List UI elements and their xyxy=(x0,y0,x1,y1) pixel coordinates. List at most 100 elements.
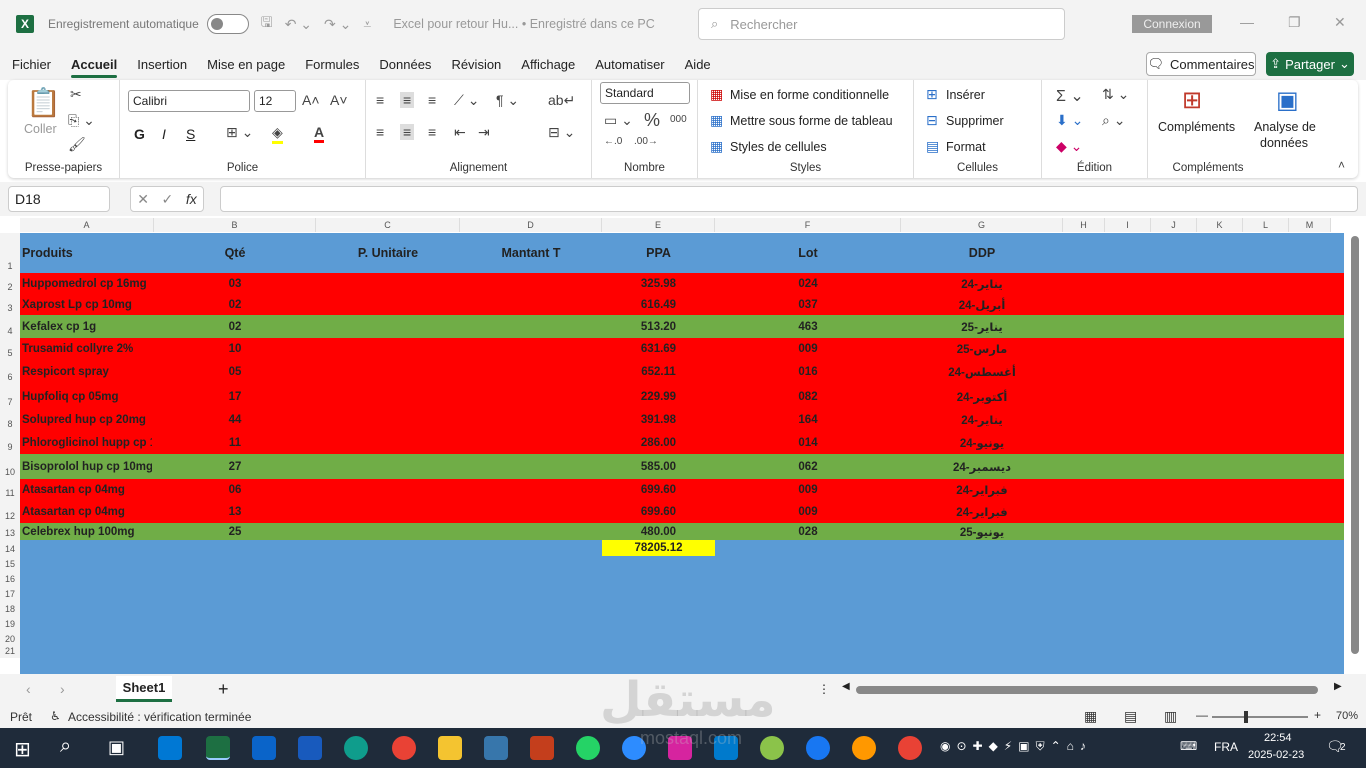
currency-icon[interactable]: ▭ ⌄ xyxy=(604,112,633,129)
conditional-format-button[interactable]: Mise en forme conditionnelle xyxy=(730,88,889,102)
row-header[interactable]: 5 xyxy=(0,338,20,360)
autosum-icon[interactable]: Σ ⌄ xyxy=(1056,86,1084,106)
cell[interactable]: 229.99 xyxy=(604,384,713,409)
decrease-decimal-icon[interactable]: .00→ xyxy=(634,136,658,147)
row-header[interactable]: 14 xyxy=(0,540,20,556)
cell[interactable]: أبريل-24 xyxy=(903,294,1061,315)
cell[interactable]: DDP xyxy=(903,233,1061,273)
row-header[interactable]: 13 xyxy=(0,523,20,540)
enter-icon[interactable]: ✓ xyxy=(162,191,174,208)
cell[interactable]: 028 xyxy=(717,523,899,540)
taskbar-search-icon[interactable]: ⌕ xyxy=(60,735,71,758)
column-header[interactable]: B xyxy=(154,218,316,232)
cell[interactable]: Phloroglicinol hupp cp 1( xyxy=(22,431,152,454)
column-header[interactable]: D xyxy=(460,218,602,232)
vertical-scrollbar[interactable] xyxy=(1348,236,1362,674)
column-header[interactable]: F xyxy=(715,218,901,232)
collapse-ribbon-icon[interactable]: ˄ xyxy=(1338,158,1345,172)
total-cell[interactable]: 78205.12 xyxy=(602,540,715,556)
cell[interactable]: 513.20 xyxy=(604,315,713,338)
cell[interactable]: 13 xyxy=(156,500,314,523)
cell[interactable]: Solupred hup cp 20mg xyxy=(22,409,152,431)
align-left-icon[interactable]: ≡ xyxy=(376,124,384,140)
cell[interactable]: 391.98 xyxy=(604,409,713,431)
cell[interactable]: 009 xyxy=(717,500,899,523)
column-header[interactable]: I xyxy=(1105,218,1151,232)
column-header[interactable]: A xyxy=(20,218,154,232)
cell[interactable]: Lot xyxy=(717,233,899,273)
menu-accueil[interactable]: Accueil xyxy=(61,48,127,80)
addins-button[interactable]: Compléments xyxy=(1158,120,1235,134)
cell[interactable]: Mantant T xyxy=(462,233,600,273)
font-name-combo[interactable]: Calibri xyxy=(128,90,250,112)
cell[interactable]: 009 xyxy=(717,479,899,500)
table-row[interactable]: Hupfoliq cp 05mg 17 229.99 082 أكتوبر-24 xyxy=(20,384,1344,409)
orientation-icon[interactable]: ⟋ ⌄ xyxy=(454,92,479,109)
menu-automatiser[interactable]: Automatiser xyxy=(585,48,674,80)
paste-icon[interactable]: 📋 xyxy=(26,86,61,119)
cell[interactable]: Celebrex hup 100mg xyxy=(22,523,152,540)
fill-color-icon[interactable]: ◈ xyxy=(272,124,283,144)
insert-cells-icon[interactable]: ⊞ xyxy=(926,86,938,103)
borders-icon[interactable]: ⊞ ⌄ xyxy=(226,124,253,141)
cell[interactable]: Atasartan cp 04mg xyxy=(22,500,152,523)
zoom-in-icon[interactable]: + xyxy=(1314,708,1321,722)
menu-mise-en-page[interactable]: Mise en page xyxy=(197,48,295,80)
cell[interactable]: 02 xyxy=(156,315,314,338)
sort-filter-icon[interactable]: ⇅ ⌄ xyxy=(1102,86,1129,103)
zoom-slider[interactable] xyxy=(1212,711,1308,723)
underline-button[interactable]: S xyxy=(186,126,195,142)
conditional-format-icon[interactable]: ▦ xyxy=(710,86,723,103)
spreadsheet-grid[interactable]: ABCDEFGHIJKLM 1 2 3 4 5 6 7 8 9 10 11 12 13 14 15 16 17 1… xyxy=(0,218,1366,674)
grow-font-icon[interactable]: A˄ xyxy=(302,92,320,108)
close-icon[interactable]: ✕ xyxy=(1334,14,1346,31)
powerpoint-app-icon[interactable] xyxy=(530,736,554,760)
percent-icon[interactable]: % xyxy=(644,110,660,131)
windows-start-icon[interactable]: ⊞ xyxy=(14,737,31,762)
column-header[interactable]: M xyxy=(1289,218,1331,232)
cell[interactable]: 44 xyxy=(156,409,314,431)
cell[interactable]: 480.00 xyxy=(604,523,713,540)
cell[interactable]: 06 xyxy=(156,479,314,500)
insert-cells-button[interactable]: Insérer xyxy=(946,88,985,102)
cell[interactable]: يناير-24 xyxy=(903,409,1061,431)
app-icon[interactable] xyxy=(760,736,784,760)
cell[interactable]: يونيو-24 xyxy=(903,431,1061,454)
h-scroll-thumb[interactable] xyxy=(856,686,1318,694)
cell[interactable]: 325.98 xyxy=(604,273,713,294)
align-center-icon[interactable]: ≡ xyxy=(400,124,415,140)
row-header[interactable]: 11 xyxy=(0,479,20,500)
scroll-thumb[interactable] xyxy=(1351,236,1359,654)
row-header[interactable]: 2 xyxy=(0,273,20,294)
cell[interactable]: 014 xyxy=(717,431,899,454)
menu-affichage[interactable]: Affichage xyxy=(511,48,585,80)
row-header[interactable]: 15 xyxy=(0,556,20,571)
cell[interactable]: 27 xyxy=(156,454,314,479)
cell[interactable]: Bisoprolol hup cp 10mg xyxy=(22,454,152,479)
table-row[interactable]: Bisoprolol hup cp 10mg 27 585.00 062 ديسمبر-… xyxy=(20,454,1344,479)
cell[interactable]: PPA xyxy=(604,233,713,273)
column-header[interactable]: L xyxy=(1243,218,1289,232)
scroll-left-icon[interactable]: ◀ xyxy=(842,681,850,692)
cell[interactable]: 17 xyxy=(156,384,314,409)
comments-button[interactable]: 🗨 Commentaires xyxy=(1146,52,1256,76)
cell[interactable]: 024 xyxy=(717,273,899,294)
number-format-combo[interactable]: Standard xyxy=(600,82,690,104)
page-break-icon[interactable]: ▥ xyxy=(1164,708,1177,725)
tray-icons[interactable]: ◉⊙✚◆⚡▣⛨⌃⌂♪ xyxy=(940,739,1092,754)
chrome-app-icon[interactable] xyxy=(392,736,416,760)
format-table-button[interactable]: Mettre sous forme de tableau xyxy=(730,114,893,128)
cell[interactable]: 616.49 xyxy=(604,294,713,315)
horizontal-scrollbar[interactable]: ◀ ▶ xyxy=(842,681,1346,696)
bold-button[interactable]: G xyxy=(134,126,145,142)
row-header[interactable]: 3 xyxy=(0,294,20,315)
analyze-data-label-2[interactable]: données xyxy=(1260,136,1308,150)
find-select-icon[interactable]: ⌕ ⌄ xyxy=(1102,112,1125,129)
cell[interactable]: 016 xyxy=(717,360,899,384)
row-header[interactable]: 4 xyxy=(0,315,20,338)
row-header[interactable]: 20 xyxy=(0,631,20,646)
row-header[interactable]: 16 xyxy=(0,571,20,586)
align-middle-icon[interactable]: ≡ xyxy=(400,92,415,108)
cell[interactable]: أغسطس-24 xyxy=(903,360,1061,384)
cell[interactable]: أكتوبر-24 xyxy=(903,384,1061,409)
